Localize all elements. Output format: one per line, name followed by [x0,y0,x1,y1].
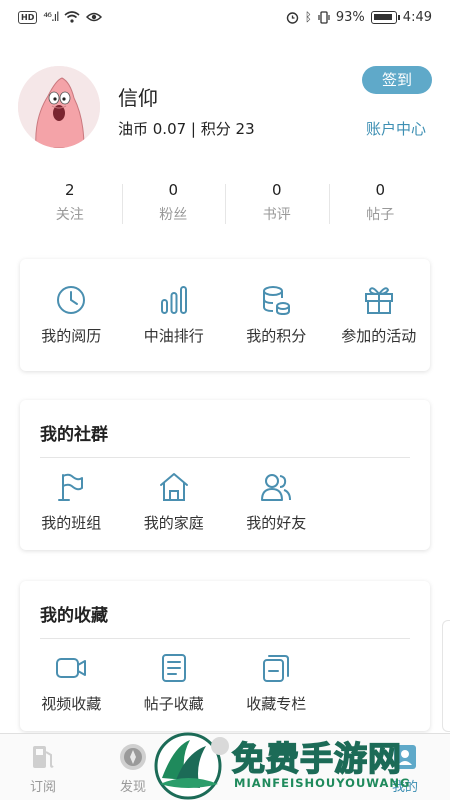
ranking-bars-icon [160,286,187,314]
wifi-icon [64,11,80,23]
house-icon [159,473,188,501]
stat-label: 关注 [55,207,84,223]
divider [40,457,410,458]
eye-icon [86,12,103,22]
menu-item-label: 我的阅历 [41,327,102,345]
avatar[interactable] [18,66,100,148]
side-drawer-handle[interactable] [442,620,450,732]
stat-posts[interactable]: 0 帖子 [328,180,433,228]
account-center-link[interactable]: 账户中心 [366,118,426,139]
battery-icon [370,10,400,24]
vibrate-icon [318,10,330,24]
favorites-item-label: 收藏专栏 [246,695,307,713]
gift-icon [364,287,393,314]
divider [40,638,410,639]
video-icon [56,658,87,678]
quick-menu-grid: 我的阅历 中油排行 我的积分 参加的活动 [20,283,430,346]
watermark-text: 免费手游网 [231,738,402,779]
favorites-item-posts[interactable]: 帖子收藏 [123,651,226,714]
stat-follow[interactable]: 2 关注 [18,180,122,228]
status-left: HD ⁴⁶.ıl [18,10,103,24]
stat-value: 0 [271,181,282,199]
clock-icon [57,286,86,314]
flag-icon [58,473,84,501]
stat-value: 0 [168,181,179,199]
favorites-item-video[interactable]: 视频收藏 [20,651,123,714]
friends-icon [261,474,292,501]
stat-label: 粉丝 [159,207,188,223]
stats-row: 2 关注 0 粉丝 0 书评 0 帖子 [18,180,432,228]
community-card: 我的社群 我的班组 我的家庭 我的好友 [20,400,430,550]
coins-points: 油币 0.07 | 积分 23 [118,120,255,138]
favorites-item-label: 帖子收藏 [143,695,204,713]
stat-label: 帖子 [366,207,395,223]
stat-fans[interactable]: 0 粉丝 [121,180,226,228]
stat-label: 书评 [262,207,291,223]
community-grid: 我的班组 我的家庭 我的好友 [20,470,430,533]
battery-percent: 93% [335,9,365,25]
nav-label: 订阅 [29,780,56,795]
hd-badge: HD [18,10,38,24]
coins-stack-icon [263,286,291,316]
fuel-pump-icon [33,746,54,768]
clock-time: 4:49 [402,9,432,25]
stat-reviews[interactable]: 0 书评 [225,180,329,228]
column-pages-icon [263,655,290,682]
menu-item-ranking[interactable]: 中油排行 [123,283,226,346]
alarm-icon [286,11,298,24]
favorites-card: 我的收藏 视频收藏 帖子收藏 收藏专栏 [20,581,430,731]
username: 信仰 [118,86,158,110]
nav-subscribe[interactable]: 订阅 [8,742,78,795]
menu-item-label: 参加的活动 [341,327,417,345]
stat-value: 0 [375,181,386,199]
menu-item-label: 中油排行 [143,327,204,345]
menu-item-history[interactable]: 我的阅历 [20,283,123,346]
community-item-label: 我的好友 [246,514,307,532]
document-icon [161,654,186,682]
menu-item-label: 我的积分 [246,327,307,345]
status-right: ᛒ 93% 4:49 [286,10,432,25]
signin-button[interactable]: 签到 [362,66,432,94]
quick-menu-card: 我的阅历 中油排行 我的积分 参加的活动 [20,259,430,371]
community-item-team[interactable]: 我的班组 [20,470,123,533]
compass-icon [120,744,146,770]
menu-item-points[interactable]: 我的积分 [225,283,328,346]
avatar-image [18,66,100,148]
community-item-friends[interactable]: 我的好友 [225,470,328,533]
community-item-label: 我的班组 [41,514,102,532]
community-item-family[interactable]: 我的家庭 [123,470,226,533]
community-item-label: 我的家庭 [143,514,204,532]
favorites-item-label: 视频收藏 [41,695,102,713]
profile-header: 信仰 油币 0.07 | 积分 23 签到 账户中心 [18,66,432,150]
menu-item-activities[interactable]: 参加的活动 [328,283,431,346]
signal-icon: ⁴⁶.ıl [43,10,59,24]
watermark-subtext: MIANFEISHOUYOUWANG [234,776,411,790]
favorites-item-columns[interactable]: 收藏专栏 [225,651,328,714]
favorites-grid: 视频收藏 帖子收藏 收藏专栏 [20,651,430,714]
favorites-title: 我的收藏 [40,606,108,626]
status-bar: HD ⁴⁶.ıl ᛒ 93% 4:49 [0,0,450,34]
stat-value: 2 [64,181,75,199]
community-title: 我的社群 [40,425,108,445]
watermark: 免费手游网 MIANFEISHOUYOUWANG [150,728,450,800]
bluetooth-icon: ᛒ [304,10,312,24]
watermark-logo [154,732,229,800]
